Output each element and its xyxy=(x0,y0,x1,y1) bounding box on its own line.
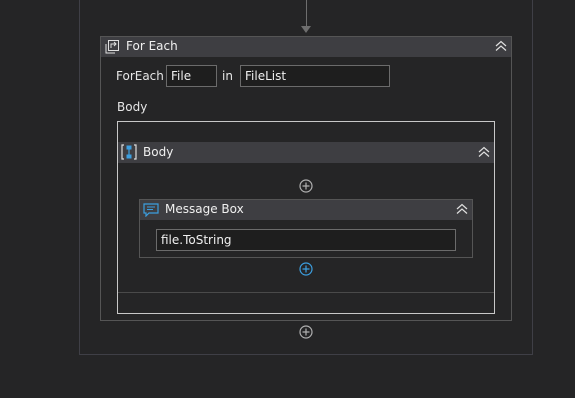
message-box-activity[interactable]: Message Box file.ToString xyxy=(139,199,473,258)
add-activity-icon[interactable] xyxy=(299,262,313,276)
foreach-title: For Each xyxy=(126,39,178,53)
foreach-activity[interactable]: For Each ForEach File in FileList Body B… xyxy=(100,36,512,321)
body-divider xyxy=(118,292,494,293)
connector-arrow-icon xyxy=(301,26,311,33)
add-activity-icon[interactable] xyxy=(299,179,313,193)
message-box-collapse-icon[interactable] xyxy=(455,202,469,216)
body-label: Body xyxy=(117,100,148,114)
message-box-title: Message Box xyxy=(165,202,244,216)
body-sequence-title: Body xyxy=(143,145,174,159)
connector-line xyxy=(306,0,307,26)
sequence-icon xyxy=(121,144,137,160)
foreach-item-input[interactable]: File xyxy=(166,65,217,87)
foreach-header[interactable]: For Each xyxy=(101,37,511,57)
foreach-collection-input[interactable]: FileList xyxy=(240,65,390,87)
foreach-label: ForEach xyxy=(116,69,164,83)
body-collapse-icon[interactable] xyxy=(477,145,491,159)
in-label: in xyxy=(222,69,233,83)
add-activity-icon[interactable] xyxy=(299,325,313,339)
body-drop-area[interactable]: Body Message Box file.ToString xyxy=(117,121,495,314)
message-box-text-input[interactable]: file.ToString xyxy=(156,229,456,251)
message-box-header[interactable]: Message Box xyxy=(140,200,472,220)
message-box-icon xyxy=(143,203,159,217)
foreach-collapse-icon[interactable] xyxy=(494,39,508,53)
body-sequence-header[interactable]: Body xyxy=(118,142,494,163)
foreach-loop-icon xyxy=(105,40,119,54)
